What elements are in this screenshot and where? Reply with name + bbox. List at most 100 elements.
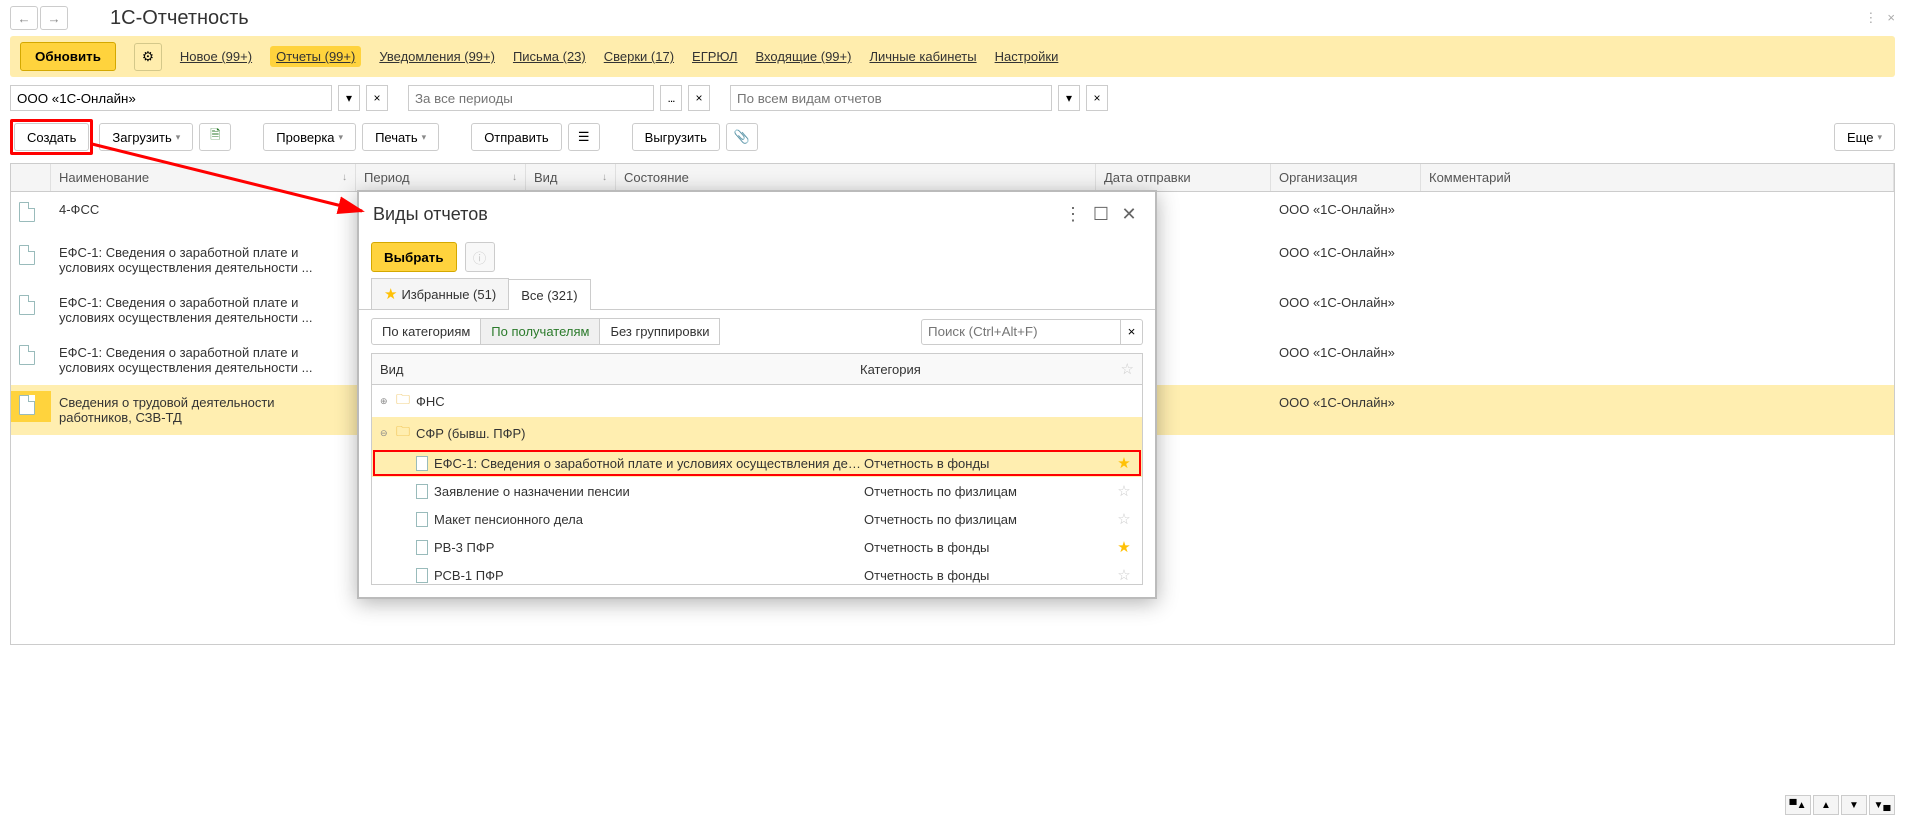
tree-category: Отчетность в фонды: [864, 540, 1114, 555]
sort-down-icon: ↓: [512, 172, 517, 183]
th-icon[interactable]: [11, 164, 51, 191]
send-button[interactable]: Отправить: [471, 123, 561, 151]
cmd-link-reconciliations[interactable]: Сверки (17): [604, 49, 674, 64]
cmd-link-egrul[interactable]: ЕГРЮЛ: [692, 49, 737, 64]
th-org[interactable]: Организация: [1271, 164, 1421, 191]
document-icon: [416, 512, 428, 527]
star-icon[interactable]: ☆: [1114, 482, 1134, 500]
th-name[interactable]: Наименование↓: [51, 164, 356, 191]
star-icon[interactable]: ★: [1114, 454, 1134, 472]
tree-item[interactable]: ЕФС-1: Сведения о заработной плате и усл…: [372, 449, 1142, 477]
org-dropdown-button[interactable]: ▾: [338, 85, 360, 111]
period-pick-button[interactable]: ...: [660, 85, 682, 111]
tab-favorites[interactable]: ★Избранные (51): [371, 278, 509, 309]
attach-button[interactable]: 📎: [726, 123, 758, 151]
tree-label: ФНС: [416, 394, 846, 409]
type-clear-button[interactable]: ×: [1086, 85, 1108, 111]
row-org: ООО «1С-Онлайн»: [1271, 391, 1421, 414]
search-input[interactable]: [921, 319, 1121, 345]
reload-file-button[interactable]: 🗎: [199, 123, 231, 151]
scroll-down-button[interactable]: ▼: [1841, 795, 1867, 815]
row-org: ООО «1С-Онлайн»: [1271, 198, 1421, 221]
th-state[interactable]: Состояние: [616, 164, 1096, 191]
cmd-link-incoming[interactable]: Входящие (99+): [756, 49, 852, 64]
check-button[interactable]: Проверка▾: [263, 123, 356, 151]
tree-hdr-cat[interactable]: Категория: [860, 362, 1121, 377]
paperclip-icon: 📎: [734, 129, 750, 145]
document-icon: [19, 295, 35, 315]
document-icon: [19, 345, 35, 365]
load-button[interactable]: Загрузить▾: [99, 123, 193, 151]
gear-icon: ⚙: [142, 49, 154, 65]
modal-titlebar: Виды отчетов ⋮ ☐ ✕: [359, 192, 1155, 236]
org-filter-input[interactable]: [10, 85, 332, 111]
back-button[interactable]: ←: [10, 6, 38, 30]
row-icon-cell: [11, 291, 51, 322]
sort-down-icon: ↓: [342, 172, 347, 183]
list-button[interactable]: ☰: [568, 123, 600, 151]
th-vid[interactable]: Вид↓: [526, 164, 616, 191]
print-button[interactable]: Печать▾: [362, 123, 439, 151]
type-filter-input[interactable]: [730, 85, 1052, 111]
th-comment[interactable]: Комментарий: [1421, 164, 1894, 191]
tree-item[interactable]: Макет пенсионного делаОтчетность по физл…: [372, 505, 1142, 533]
period-clear-button[interactable]: ×: [688, 85, 710, 111]
modal-title: Виды отчетов: [373, 204, 1057, 225]
star-icon[interactable]: ★: [1114, 538, 1134, 556]
kebab-icon[interactable]: ⋮: [1864, 10, 1877, 26]
cmd-link-cabinets[interactable]: Личные кабинеты: [869, 49, 976, 64]
more-button[interactable]: Еще▾: [1834, 123, 1895, 151]
gear-button[interactable]: ⚙: [134, 43, 162, 71]
tree-label: ЕФС-1: Сведения о заработной плате и усл…: [434, 456, 864, 471]
scroll-top-button[interactable]: ▀▲: [1785, 795, 1811, 815]
tree-label: Заявление о назначении пенсии: [434, 484, 864, 499]
row-name: ЕФС-1: Сведения о заработной плате и усл…: [51, 291, 356, 329]
close-icon[interactable]: ✕: [1117, 202, 1141, 226]
expand-icon[interactable]: ⊕: [380, 396, 392, 407]
star-icon[interactable]: ☆: [1114, 566, 1134, 584]
star-column-icon[interactable]: ☆: [1121, 360, 1134, 378]
expand-icon[interactable]: ⊖: [380, 428, 392, 439]
tree-label: РСВ-1 ПФР: [434, 568, 864, 583]
th-period[interactable]: Период↓: [356, 164, 526, 191]
update-button[interactable]: Обновить: [20, 42, 116, 71]
tree-item[interactable]: Заявление о назначении пенсииОтчетность …: [372, 477, 1142, 505]
create-button[interactable]: Создать: [14, 123, 89, 151]
search-clear-button[interactable]: ×: [1121, 319, 1143, 345]
tree-category: Отчетность по физлицам: [864, 512, 1114, 527]
cmd-link-settings[interactable]: Настройки: [995, 49, 1059, 64]
tree-hdr-vid[interactable]: Вид: [380, 362, 860, 377]
tree[interactable]: ⊕🗀ФНС⊖🗀СФР (бывш. ПФР) ЕФС-1: Сведения о …: [371, 385, 1143, 585]
org-clear-button[interactable]: ×: [366, 85, 388, 111]
tree-category: Отчетность в фонды: [864, 568, 1114, 583]
chevron-down-icon: ▾: [422, 132, 427, 143]
tree-folder[interactable]: ⊕🗀ФНС: [372, 385, 1142, 417]
kebab-icon[interactable]: ⋮: [1061, 202, 1085, 226]
scroll-bottom-button[interactable]: ▼▄: [1869, 795, 1895, 815]
tree-item[interactable]: РСВ-1 ПФРОтчетность в фонды☆: [372, 561, 1142, 585]
chevron-down-icon: ▾: [1877, 132, 1882, 143]
cmd-link-reports[interactable]: Отчеты (99+): [270, 46, 361, 67]
seg-by-category[interactable]: По категориям: [371, 318, 481, 345]
statusbar: ▀▲ ▲ ▼ ▼▄: [1785, 795, 1895, 815]
select-button[interactable]: Выбрать: [371, 242, 457, 272]
cmd-link-new[interactable]: Новое (99+): [180, 49, 252, 64]
type-dropdown-button[interactable]: ▾: [1058, 85, 1080, 111]
export-button[interactable]: Выгрузить: [632, 123, 720, 151]
seg-no-group[interactable]: Без группировки: [600, 318, 720, 345]
star-icon[interactable]: ☆: [1114, 510, 1134, 528]
maximize-icon[interactable]: ☐: [1089, 202, 1113, 226]
th-sent-date[interactable]: Дата отправки: [1096, 164, 1271, 191]
period-filter-input[interactable]: [408, 85, 654, 111]
tree-item[interactable]: РВ-3 ПФРОтчетность в фонды★: [372, 533, 1142, 561]
cmd-link-notifications[interactable]: Уведомления (99+): [379, 49, 495, 64]
tab-all[interactable]: Все (321): [508, 279, 590, 310]
row-icon-cell: [11, 391, 51, 422]
info-button[interactable]: ⓘ: [465, 242, 495, 272]
close-icon[interactable]: ×: [1887, 10, 1895, 26]
tree-folder[interactable]: ⊖🗀СФР (бывш. ПФР): [372, 417, 1142, 449]
seg-by-recipient[interactable]: По получателям: [481, 318, 600, 345]
forward-button[interactable]: →: [40, 6, 68, 30]
cmd-link-letters[interactable]: Письма (23): [513, 49, 586, 64]
scroll-up-button[interactable]: ▲: [1813, 795, 1839, 815]
